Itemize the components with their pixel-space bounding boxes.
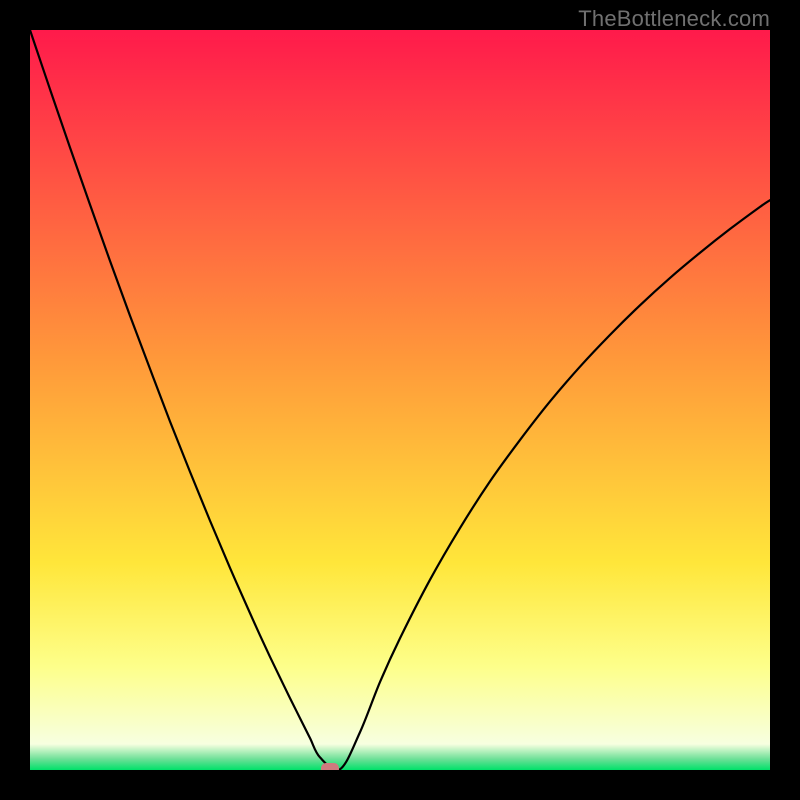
watermark-text: TheBottleneck.com: [578, 6, 770, 32]
optimal-point-marker: [321, 763, 339, 770]
bottleneck-curve: [30, 30, 770, 770]
chart-frame: TheBottleneck.com: [0, 0, 800, 800]
plot-area: [30, 30, 770, 770]
